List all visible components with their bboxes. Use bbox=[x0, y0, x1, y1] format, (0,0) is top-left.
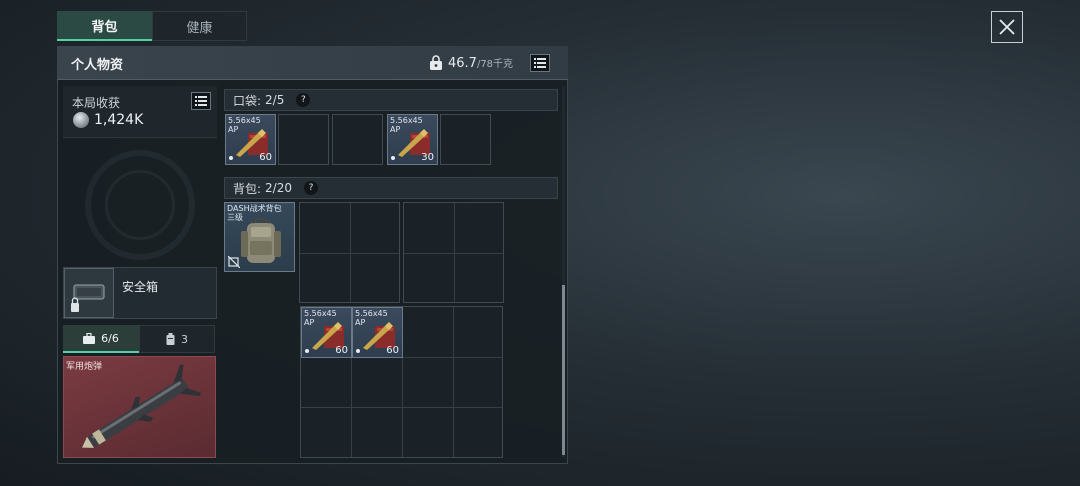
briefcase-icon bbox=[83, 332, 96, 344]
tab-backpack[interactable]: 背包 bbox=[57, 11, 152, 41]
pocket-slot-4[interactable]: 5.56x45 AP 30 bbox=[387, 114, 438, 165]
close-button[interactable] bbox=[991, 11, 1023, 43]
canister-icon bbox=[166, 333, 175, 345]
earnings-value: 1,424K bbox=[94, 112, 144, 128]
pocket-slot-3[interactable] bbox=[332, 114, 383, 165]
coin-icon bbox=[73, 112, 89, 128]
backpack-grid-2[interactable] bbox=[403, 202, 504, 303]
artillery-shell-icon bbox=[82, 364, 202, 448]
item-count: 60 bbox=[335, 345, 348, 356]
backpack-grid-1[interactable] bbox=[299, 202, 400, 303]
list-icon bbox=[534, 58, 546, 68]
weight-readout: 46.7/78千克 bbox=[448, 55, 513, 71]
tab-safe-capacity[interactable]: 6/6 bbox=[63, 325, 139, 353]
list-icon bbox=[195, 96, 207, 106]
no-insure-icon bbox=[228, 256, 240, 268]
panel-list-button[interactable] bbox=[530, 54, 550, 72]
backpack-ammo-1[interactable]: 5.56x45 AP 60 bbox=[301, 307, 352, 358]
weight-max: /78千克 bbox=[476, 59, 514, 70]
weight-current: 46.7 bbox=[448, 56, 477, 71]
item-count: 60 bbox=[386, 345, 399, 356]
pocket-label: 口袋: bbox=[233, 93, 262, 108]
tab-health[interactable]: 健康 bbox=[152, 11, 247, 41]
item-marker-icon bbox=[391, 156, 395, 160]
faction-emblem-inner bbox=[105, 170, 175, 240]
item-marker-icon bbox=[305, 349, 309, 353]
pocket-slot-2[interactable] bbox=[278, 114, 329, 165]
backpack-count: 2/20 bbox=[265, 181, 292, 195]
backpack-label: 背包: bbox=[233, 181, 262, 196]
pocket-slot-5[interactable] bbox=[440, 114, 491, 165]
canister-count-value: 3 bbox=[181, 332, 188, 346]
safe-box-icon bbox=[71, 284, 105, 312]
backpack-help-icon[interactable]: ? bbox=[304, 181, 318, 195]
item-marker-icon bbox=[229, 156, 233, 160]
pocket-header: 口袋: 2/5 ? bbox=[224, 89, 558, 111]
safe-box-slot[interactable] bbox=[64, 268, 114, 318]
tab-health-label: 健康 bbox=[186, 20, 213, 36]
backpack-header: 背包: 2/20 ? bbox=[224, 177, 558, 199]
tab-backpack-label: 背包 bbox=[91, 19, 118, 35]
pocket-count: 2/5 bbox=[265, 93, 285, 107]
backpack-ammo-2[interactable]: 5.56x45 AP 60 bbox=[352, 307, 403, 358]
earnings-label: 本局收获 bbox=[72, 96, 121, 110]
backpack-icon bbox=[241, 218, 281, 263]
safe-box-label: 安全箱 bbox=[122, 280, 159, 294]
item-count: 30 bbox=[421, 152, 434, 163]
inventory-scroll-thumb[interactable] bbox=[562, 285, 565, 455]
pocket-slot-1[interactable]: 5.56x45 AP 60 bbox=[225, 114, 276, 165]
pocket-help-icon[interactable]: ? bbox=[296, 93, 311, 107]
panel-title: 个人物资 bbox=[71, 58, 124, 73]
tab-canister-count[interactable]: 3 bbox=[139, 325, 215, 353]
military-shell-label: 军用炮弹 bbox=[66, 362, 103, 372]
item-marker-icon bbox=[356, 349, 360, 353]
close-icon bbox=[999, 19, 1015, 35]
item-count: 60 bbox=[259, 152, 272, 163]
safe-capacity-value: 6/6 bbox=[101, 331, 119, 345]
weight-icon bbox=[430, 55, 442, 70]
equipped-backpack[interactable]: DASH战术背包 三级 bbox=[224, 202, 295, 272]
earnings-list-button[interactable] bbox=[191, 92, 211, 110]
